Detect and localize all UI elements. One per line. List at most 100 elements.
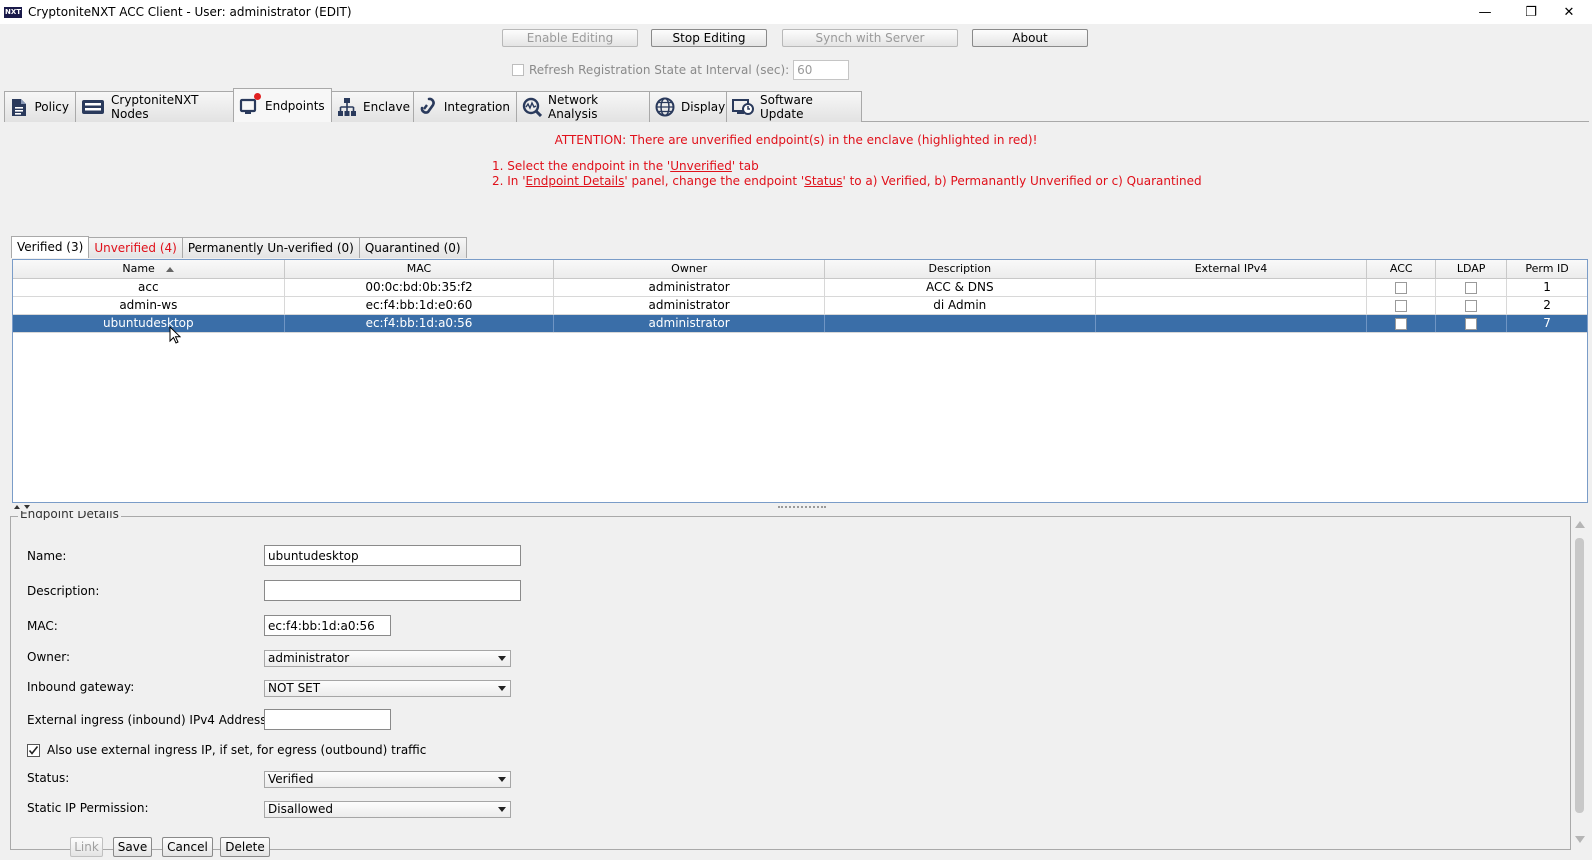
cell-acc [1367,315,1437,332]
acc-checkbox[interactable] [1395,317,1408,330]
tab-software-update[interactable]: Software Update [726,91,862,122]
chevron-down-icon [498,777,506,782]
refresh-row: Refresh Registration State at Interval (… [512,60,850,80]
tab-permanently-unverified[interactable]: Permanently Un-verified (0) [181,237,360,258]
tab-label: Endpoints [265,98,325,113]
ldap-checkbox[interactable] [1465,281,1478,294]
owner-label: Owner: [27,650,71,664]
tab-label: Enclave [363,100,410,114]
cell-ldap [1436,279,1508,296]
column-header-acc[interactable]: ACC [1367,260,1437,278]
tab-unverified[interactable]: Unverified (4) [88,237,183,258]
egress-option: Also use external ingress IP, if set, fo… [27,743,426,757]
details-scrollbar[interactable] [1572,516,1588,850]
minimize-icon[interactable]: — [1462,0,1508,24]
endpoint-details-link[interactable]: Endpoint Details [526,174,625,188]
ldap-checkbox[interactable] [1465,317,1478,330]
cell-owner: administrator [554,279,825,296]
refresh-label: Refresh Registration State at Interval (… [529,63,790,77]
globe-icon [655,97,675,117]
egress-checkbox[interactable] [27,743,40,757]
status-link[interactable]: Status [804,174,842,188]
about-button[interactable]: About [972,29,1088,47]
acc-checkbox[interactable] [1395,299,1408,312]
tab-display[interactable]: Display [649,91,727,122]
cell-name: admin-ws [13,297,285,314]
server-icon [81,97,105,117]
name-field[interactable] [264,545,521,566]
tab-integration[interactable]: Integration [413,91,517,122]
refresh-checkbox[interactable] [512,64,524,76]
enable-editing-button[interactable]: Enable Editing [502,29,638,47]
tab-policy[interactable]: Policy [4,91,76,122]
tab-quarantined[interactable]: Quarantined (0) [358,237,467,258]
update-icon [732,97,754,117]
step-text: 2. In ' [492,174,526,188]
column-header-name[interactable]: Name [13,260,285,278]
cell-mac: ec:f4:bb:1d:a0:56 [285,315,555,332]
column-label: Name [122,262,155,275]
ldap-checkbox[interactable] [1465,299,1478,312]
splitter-grip[interactable] [778,506,826,508]
table-row[interactable]: acc 00:0c:bd:0b:35:f2 administrator ACC … [13,279,1587,297]
stop-editing-button[interactable]: Stop Editing [651,29,767,47]
endpoint-state-tabs: Verified (3) Unverified (4) Permanently … [11,236,467,258]
link-button[interactable]: Link [70,837,103,857]
tab-label: CryptoniteNXT Nodes [111,93,199,121]
mac-field[interactable] [264,615,391,636]
tab-cryptonitenxt-nodes[interactable]: CryptoniteNXT Nodes [75,91,234,122]
external-ip-field[interactable] [264,709,391,730]
tab-endpoints[interactable]: Endpoints [233,88,332,122]
cancel-button[interactable]: Cancel [162,837,213,857]
cell-acc [1367,279,1437,296]
synch-with-server-button[interactable]: Synch with Server [782,29,958,47]
cell-perm-id: 7 [1543,316,1551,330]
cell-acc [1367,297,1437,314]
scroll-up-icon[interactable] [1575,521,1585,528]
delete-button[interactable]: Delete [220,837,270,857]
column-header-description[interactable]: Description [825,260,1096,278]
column-header-ldap[interactable]: LDAP [1436,260,1508,278]
analysis-icon [522,97,542,117]
tab-label: Display [681,100,726,114]
tab-label: Network Analysis [548,93,599,121]
column-header-owner[interactable]: Owner [554,260,825,278]
column-header-external-ipv4[interactable]: External IPv4 [1096,260,1368,278]
cell-owner: administrator [554,297,825,314]
status-dropdown[interactable]: Verified [264,771,511,788]
step-text: ' tab [731,159,759,173]
endpoint-details-legend: Endpoint Details [18,511,121,520]
network-tree-icon [337,97,357,117]
refresh-interval-input[interactable] [793,60,850,80]
panel-splitter[interactable] [0,504,1592,512]
cell-owner: administrator [554,315,825,332]
tab-enclave[interactable]: Enclave [331,91,414,122]
cell-description [825,315,1096,332]
inbound-gateway-dropdown[interactable]: NOT SET [264,680,511,697]
scroll-down-icon[interactable] [1575,836,1585,843]
tab-network-analysis[interactable]: Network Analysis [516,91,650,122]
table-row[interactable]: admin-ws ec:f4:bb:1d:e0:60 administrator… [13,297,1587,315]
tab-label: Integration [443,100,510,114]
window-title: CryptoniteNXT ACC Client - User: adminis… [28,5,352,19]
close-icon[interactable]: ✕ [1546,0,1592,24]
cell-perm-id: 2 [1543,298,1551,312]
unverified-link[interactable]: Unverified [670,159,732,173]
scrollbar-thumb[interactable] [1575,538,1584,813]
column-header-perm-id[interactable]: Perm ID [1507,260,1587,278]
acc-checkbox[interactable] [1395,281,1408,294]
table-row-selected[interactable]: ubuntudesktop ec:f4:bb:1d:a0:56 administ… [13,315,1587,333]
link-icon [419,97,438,117]
description-field[interactable] [264,580,521,601]
owner-dropdown[interactable]: administrator [264,650,511,667]
tab-verified[interactable]: Verified (3) [11,236,90,258]
static-ip-permission-dropdown[interactable]: Disallowed [264,801,511,818]
collapse-up-icon[interactable] [14,505,20,509]
status-selected-value: Verified [268,772,314,786]
endpoint-details-panel [10,516,1571,850]
attention-message: ATTENTION: There are unverified endpoint… [554,133,1038,147]
collapse-down-icon[interactable] [24,505,30,509]
column-header-mac[interactable]: MAC [285,260,555,278]
save-button[interactable]: Save [113,837,152,857]
sort-ascending-icon [166,266,175,272]
